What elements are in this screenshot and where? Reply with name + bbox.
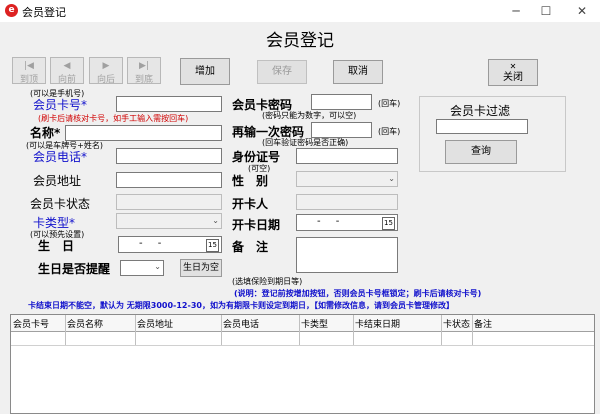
nav-first-icon: |◀ [24,61,34,71]
nav-prev-button[interactable]: ◀ 向前 [50,57,84,85]
remark-label: 备 注 [232,240,269,254]
col-card-type[interactable]: 卡类型 [301,317,328,330]
name-label: 名称* [30,124,60,141]
enter-hint-1: (回车) [378,99,401,108]
minimize-icon[interactable]: ─ [500,0,532,22]
phone-label: 会员电话* [33,150,88,164]
open-date-input[interactable]: - - 15 [296,214,398,231]
birthday-date-input[interactable]: - - 15 [118,236,222,253]
col-card-status[interactable]: 卡状态 [443,317,470,330]
query-button[interactable]: 查询 [445,140,517,164]
birthday-remind-label: 生日是否提醒 [38,262,111,276]
chevron-down-icon: ⌄ [388,174,395,183]
password-input[interactable] [311,94,372,110]
nav-first-button[interactable]: |◀ 到顶 [12,57,46,85]
col-end-date[interactable]: 卡结束日期 [355,317,400,330]
address-label: 会员地址 [33,174,82,188]
card-type-select[interactable]: ⌄ [116,213,222,229]
maximize-icon[interactable]: ☐ [530,0,562,22]
col-card-no[interactable]: 会员卡号 [13,317,49,330]
filter-label: 会员卡过滤 [450,104,511,118]
birthday-label: 生 日 [38,239,75,253]
nav-prev-label: 向前 [57,75,76,85]
table-header: 会员卡号 会员名称 会员地址 会员电话 卡类型 卡结束日期 卡状态 备注 [11,315,594,332]
enter-hint-2: (回车) [378,127,401,136]
card-no-input[interactable] [116,96,222,112]
close-button-label: 关闭 [503,72,523,83]
cancel-button[interactable]: 取消 [333,60,383,84]
nav-last-button[interactable]: ▶| 到底 [127,57,161,85]
card-no-label: 会员卡号* [33,98,88,112]
close-x-icon: ✕ [509,62,517,71]
password-note-hint: (密码只能为数字，可以空) [262,111,357,120]
col-remark[interactable]: 备注 [474,317,492,330]
address-input[interactable] [116,172,222,188]
swipe-hint: (刷卡后请核对卡号，如手工输入需按回车) [38,114,189,123]
gender-select[interactable]: ⌄ [296,171,398,187]
birthday-date-value: - - [139,238,168,249]
open-date-value: - - [317,216,346,227]
app-logo-icon: e [5,4,18,17]
opener-label: 开卡人 [232,197,269,211]
col-address[interactable]: 会员地址 [137,317,173,330]
name-input[interactable] [65,125,222,141]
status-input[interactable] [116,194,222,210]
phone-input[interactable] [116,148,222,164]
calendar-icon[interactable]: 15 [206,239,219,252]
col-phone[interactable]: 会员电话 [223,317,259,330]
close-window-icon[interactable]: ✕ [566,0,598,22]
gender-label: 性 别 [232,174,269,188]
nav-prev-icon: ◀ [63,61,71,71]
chevron-down-icon: ⌄ [154,262,161,271]
title-bar: e 会员登记 ─ ☐ ✕ [0,0,600,22]
birthday-remind-select[interactable]: ⌄ [120,260,164,276]
add-button[interactable]: 增加 [180,58,230,85]
nav-next-button[interactable]: ▶ 向后 [89,57,123,85]
nav-next-label: 向后 [96,75,115,85]
nav-next-icon: ▶ [102,61,110,71]
nav-last-icon: ▶| [139,61,149,71]
member-table[interactable]: 会员卡号 会员名称 会员地址 会员电话 卡类型 卡结束日期 卡状态 备注 [10,314,595,414]
opener-input[interactable] [296,194,398,210]
password-verify-hint: (回车验证密码是否正确) [262,138,349,147]
chevron-down-icon: ⌄ [212,216,219,225]
calendar-icon[interactable]: 15 [382,217,395,230]
save-button[interactable]: 保存 [257,60,307,84]
close-button[interactable]: ✕ 关闭 [488,59,538,86]
status-label: 会员卡状态 [30,197,91,211]
window-title: 会员登记 [22,6,66,19]
open-date-label: 开卡日期 [232,218,281,232]
col-member-name[interactable]: 会员名称 [67,317,103,330]
name-label-text: 名称* [30,126,61,140]
insurance-hint: (选填保险到期日等) [232,277,303,286]
nav-first-label: 到顶 [19,75,38,85]
password2-input[interactable] [311,122,372,138]
nav-last-label: 到底 [134,75,153,85]
id-no-input[interactable] [296,148,398,164]
form-title: 会员登记 [266,31,334,51]
end-date-note: 卡结束日期不能空，默认为 无期限3000-12-30，如为有期限卡则设定到期日，… [28,301,454,310]
birthday-empty-button[interactable]: 生日为空 [180,259,222,277]
remark-textarea[interactable] [296,237,398,273]
table-row[interactable] [11,331,594,346]
instruction-note: (说明：登记前按增加按钮，否则会员卡号框锁定；刷卡后请核对卡号) [234,289,482,298]
filter-input[interactable] [436,119,528,134]
